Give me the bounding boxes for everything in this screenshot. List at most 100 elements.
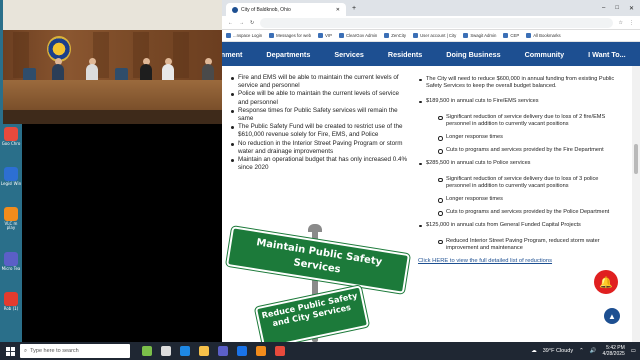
cut-detail-item: Cuts to programs and services provided b… <box>418 209 624 217</box>
benefit-item: Maintain an operational budget that has … <box>230 156 408 172</box>
widgets-app-icon[interactable] <box>142 346 152 356</box>
desktop-shortcut-label: VLC m play <box>4 221 18 231</box>
fire-cuts-list: Significant reduction of service deliver… <box>418 114 624 155</box>
wall-panel <box>173 32 189 78</box>
cut-detail-item: Reduced Interior Street Paving Program, … <box>418 238 624 252</box>
bookmark-item[interactable]: CEP <box>503 33 519 38</box>
forward-arrow-icon[interactable]: → <box>239 20 244 26</box>
browser-window: City of Baldknob, Ohio ✕ + – □ ✕ ← → ↻ ☆… <box>222 0 640 342</box>
url-field[interactable] <box>260 17 613 28</box>
intro-bullet: The City will need to reduce $600,000 in… <box>418 76 624 90</box>
new-tab-icon[interactable]: + <box>352 5 356 12</box>
taskbar-search[interactable]: ⌕ Type here to search <box>20 344 130 358</box>
weather-icon: ☁ <box>531 348 537 354</box>
chrome-app-icon[interactable] <box>275 346 285 356</box>
desktop-shortcut[interactable]: Goo Chro <box>0 127 22 146</box>
maximize-icon[interactable]: □ <box>615 5 619 12</box>
bookmark-item[interactable]: User account | City <box>413 33 456 38</box>
page-content: Fire and EMS will be able to maintain th… <box>222 66 632 342</box>
benefit-item: The Public Safety Fund will be created t… <box>230 123 408 139</box>
reload-icon[interactable]: ↻ <box>250 20 254 26</box>
page-scrollbar[interactable] <box>632 66 640 342</box>
bookmark-favicon-icon <box>503 33 509 38</box>
notification-bell-icon[interactable]: 🔔 <box>594 270 618 294</box>
scrollbar-thumb[interactable] <box>634 144 638 174</box>
city-favicon-icon <box>232 6 238 13</box>
council-dais <box>3 80 222 110</box>
bookmark-item[interactable]: ClearGov Admin <box>338 33 377 38</box>
weather-text[interactable]: 39°F Cloudy <box>543 348 573 354</box>
benefit-item: Fire and EMS will be able to maintain th… <box>230 74 408 90</box>
capital-cuts-list: Reduced Interior Street Paving Program, … <box>418 238 624 252</box>
tab-city-of-baldknob[interactable]: City of Baldknob, Ohio ✕ <box>226 3 346 16</box>
bookmark-label: Swagit Admin <box>470 33 497 38</box>
benefit-item: Police will be able to maintain the curr… <box>230 90 408 106</box>
police-cuts-list: Significant reduction of service deliver… <box>418 176 624 217</box>
star-icon[interactable]: ☆ <box>619 20 623 26</box>
bookmark-item[interactable]: VIP <box>318 33 332 38</box>
bookmark-item[interactable]: ZenCity <box>384 33 406 38</box>
nav-item[interactable]: rnment <box>222 50 254 59</box>
clock-date: 4/28/2025 <box>602 351 625 357</box>
teams-app-icon[interactable] <box>218 346 228 356</box>
desktop-shortcut-label: Goo Chro <box>1 141 21 146</box>
video-ceiling <box>3 0 222 30</box>
fire-cuts-heading: $189,500 in annual cuts to Fire/EMS serv… <box>418 98 624 105</box>
desktop-shortcut[interactable]: Rob (1) <box>0 292 22 311</box>
desktop-shortcut[interactable]: Micro Tea <box>0 252 22 271</box>
bookmark-label: ...nspace Login <box>233 33 263 38</box>
bookmark-label: Messages for web <box>276 33 312 38</box>
reductions-link[interactable]: Click HERE to view the full detailed lis… <box>418 258 552 264</box>
notifications-icon[interactable]: ▭ <box>631 348 636 354</box>
outlook-app-icon[interactable] <box>237 346 247 356</box>
tab-bar: City of Baldknob, Ohio ✕ + – □ ✕ <box>222 0 640 16</box>
bookmark-favicon-icon <box>526 33 532 38</box>
bookmark-item[interactable]: Swagit Admin <box>463 33 496 38</box>
clock[interactable]: 5:42 PM 4/28/2025 <box>603 345 625 358</box>
task-view-icon[interactable] <box>161 346 171 356</box>
site-nav: rnmentDepartmentsServicesResidentsDoing … <box>222 42 640 66</box>
police-cuts-heading: $285,500 in annual cuts to Police servic… <box>418 160 624 167</box>
extensions-icon[interactable]: ⋮ <box>629 20 634 26</box>
app-shortcut-icon <box>4 252 18 266</box>
edge-app-icon[interactable] <box>180 346 190 356</box>
nav-item[interactable]: Departments <box>254 50 322 59</box>
bookmark-favicon-icon <box>269 33 275 38</box>
bookmark-favicon-icon <box>318 33 324 38</box>
close-window-icon[interactable]: ✕ <box>629 5 634 12</box>
desktop-shortcut-label: Micro Tea <box>1 266 21 271</box>
close-tab-icon[interactable]: ✕ <box>336 7 340 13</box>
nav-item[interactable]: Services <box>322 50 376 59</box>
bookmark-label: CEP <box>510 33 520 38</box>
bookmark-favicon-icon <box>463 33 469 38</box>
windows-start-icon[interactable] <box>0 346 20 356</box>
bookmark-favicon-icon <box>413 33 419 38</box>
system-tray: ☁ 39°F Cloudy ⌃ 🔊 5:42 PM 4/28/2025 ▭ <box>531 345 640 358</box>
desktop-screen: Goo Chro Legisl Win VLC m play Micro Tea Rob… <box>0 0 640 360</box>
bookmark-label: VIP <box>325 33 332 38</box>
nav-item[interactable]: Doing Business <box>434 50 512 59</box>
sign-maintain: Maintain Public Safety Services <box>225 226 411 294</box>
bookmark-item[interactable]: All Bookmarks <box>526 33 561 38</box>
file-explorer-icon[interactable] <box>199 346 209 356</box>
desktop-shortcut[interactable]: Legisl Win <box>0 167 22 186</box>
minimize-icon[interactable]: – <box>602 5 605 12</box>
volume-icon[interactable]: 🔊 <box>590 348 597 354</box>
tray-arrow-icon[interactable]: ⌃ <box>579 348 584 354</box>
meeting-video-feed[interactable] <box>3 0 222 124</box>
bookmark-label: ZenCity <box>391 33 407 38</box>
app-shortcut-icon <box>4 207 18 221</box>
nav-item[interactable]: Community <box>513 50 577 59</box>
bookmark-item[interactable]: ...nspace Login <box>226 33 262 38</box>
back-to-top-icon[interactable]: ▲ <box>604 308 620 324</box>
address-bar: ← → ↻ ☆ ⋮ <box>222 16 640 30</box>
nav-item[interactable]: Residents <box>376 50 434 59</box>
back-arrow-icon[interactable]: ← <box>228 20 233 26</box>
bookmark-item[interactable]: Messages for web <box>269 33 311 38</box>
cut-detail-item: Longer response times <box>418 196 624 203</box>
nav-item[interactable]: I Want To... <box>576 50 638 59</box>
bookmark-favicon-icon <box>226 33 231 38</box>
vlc-app-icon[interactable] <box>256 346 266 356</box>
cut-detail-item: Significant reduction of service deliver… <box>418 114 624 128</box>
desktop-shortcut[interactable]: VLC m play <box>0 207 22 231</box>
